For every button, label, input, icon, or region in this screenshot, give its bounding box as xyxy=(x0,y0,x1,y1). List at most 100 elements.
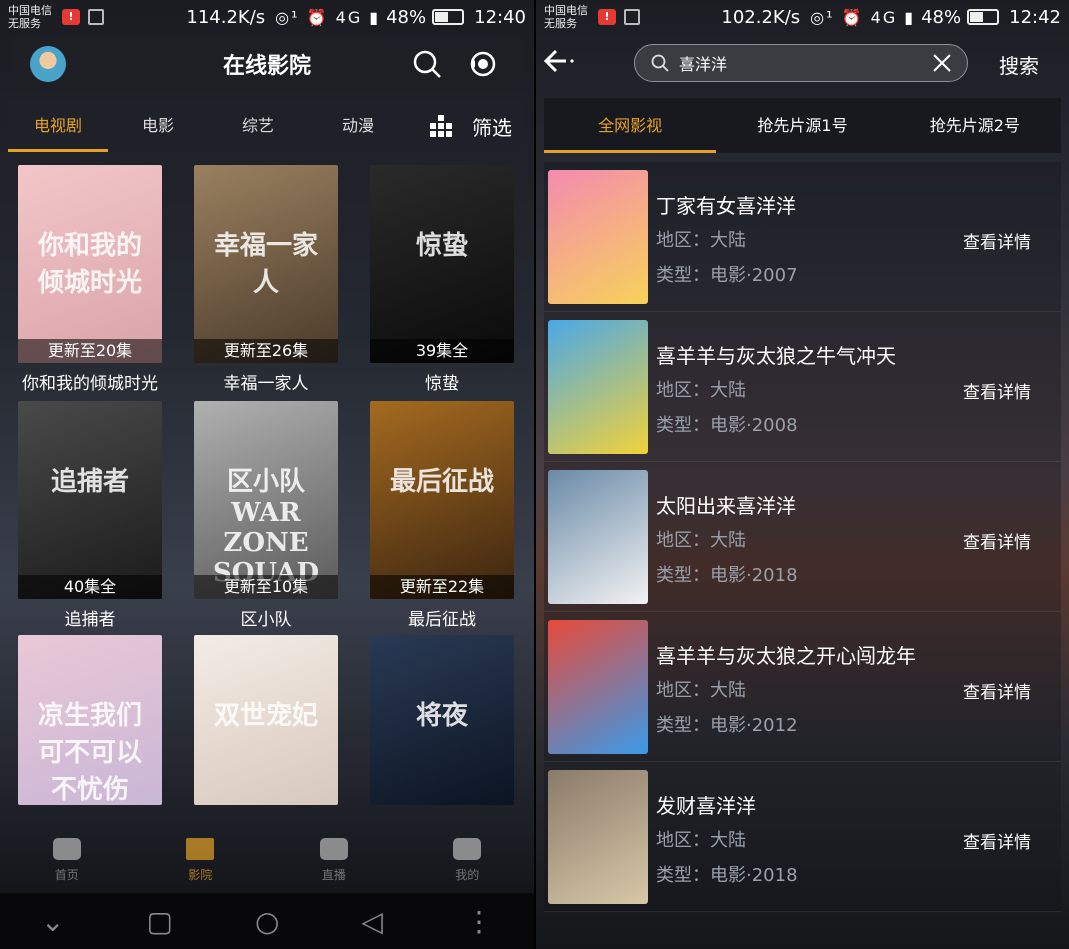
poster-card[interactable]: 最后征战 更新至22集 最后征战 xyxy=(370,401,514,630)
back-arrow-icon[interactable] xyxy=(542,44,576,78)
nav-home[interactable]: 首页 xyxy=(37,837,97,883)
tab-source-1[interactable]: 抢先片源1号 xyxy=(716,98,888,153)
result-row[interactable]: 太阳出来喜洋洋 地区：大陆 类型：电影·2018 查看详情 xyxy=(544,462,1061,612)
view-details-link[interactable]: 查看详情 xyxy=(963,528,1031,553)
result-row[interactable]: 发财喜洋洋 地区：大陆 类型：电影·2018 查看详情 xyxy=(544,762,1061,912)
carrier-info: 中国电信 无服务 xyxy=(544,4,588,30)
poster-card[interactable]: 区小队 WAR ZONE SQUAD 更新至10集区小队 xyxy=(194,401,338,630)
episode-badge: 39集全 xyxy=(370,339,514,363)
status-bar: 中国电信 无服务 ! 114.2K/s ◎¹ ⏰ 4G ▮ 48% 12:40 xyxy=(0,0,534,34)
view-details-link[interactable]: 查看详情 xyxy=(963,378,1031,403)
poster-card[interactable]: 你和我的倾城时光 更新至20集 你和我的倾城时光 xyxy=(18,165,162,394)
carrier-name: 中国电信 xyxy=(544,4,588,17)
poster-image[interactable]: 凉生我们可不可以不忧伤 xyxy=(18,635,162,805)
net-speed: 114.2K/s xyxy=(186,6,266,28)
net-speed: 102.2K/s xyxy=(721,6,801,28)
view-details-link[interactable]: 查看详情 xyxy=(963,828,1031,853)
result-type: 类型：电影·2008 xyxy=(656,415,798,436)
tab-variety[interactable]: 综艺 xyxy=(208,100,308,152)
episode-badge: 更新至22集 xyxy=(370,575,514,599)
result-row[interactable]: 喜羊羊与灰太狼之牛气冲天 地区：大陆 类型：电影·2008 查看详情 xyxy=(544,312,1061,462)
result-thumbnail[interactable] xyxy=(548,620,648,754)
result-title: 发财喜洋洋 xyxy=(656,794,756,818)
poster-image[interactable]: 最后征战更新至22集 xyxy=(370,401,514,599)
battery-icon xyxy=(967,9,1000,25)
poster-card[interactable]: 惊蛰 39集全 惊蛰 xyxy=(370,165,514,394)
poster-artwork-text: 惊蛰 xyxy=(415,231,468,261)
poster-title: 最后征战 xyxy=(408,610,476,630)
episode-badge: 40集全 xyxy=(18,575,162,599)
result-type: 类型：电影·2007 xyxy=(656,265,798,286)
poster-image[interactable]: 将夜 xyxy=(370,635,514,805)
hide-icon[interactable]: ⌄ xyxy=(41,905,64,938)
alert-icon: ! xyxy=(62,9,80,25)
result-title: 喜羊羊与灰太狼之开心闯龙年 xyxy=(656,644,916,668)
battery-percent: 48% xyxy=(921,6,962,28)
poster-artwork-text: 双世宠妃 xyxy=(213,701,318,731)
result-row[interactable]: 丁家有女喜洋洋 地区：大陆类型：电影·2007 查看详情 xyxy=(544,162,1061,312)
tab-tv-series[interactable]: 电视剧 xyxy=(8,100,108,152)
poster-artwork-text: 最后征战 xyxy=(389,467,494,497)
result-thumbnail[interactable] xyxy=(548,770,648,904)
poster-image[interactable]: 追捕者 40集全 xyxy=(18,401,162,599)
poster-image[interactable]: 惊蛰 39集全 xyxy=(370,165,514,363)
history-icon[interactable] xyxy=(468,49,498,79)
tab-all-web[interactable]: 全网影视 xyxy=(544,98,717,153)
avatar[interactable] xyxy=(30,46,66,82)
search-button[interactable]: 搜索 xyxy=(999,50,1039,79)
episode-badge: 更新至20集 xyxy=(18,339,162,363)
profile-icon xyxy=(453,837,482,860)
image-icon xyxy=(88,9,104,25)
poster-image[interactable]: 区小队 WAR ZONE SQUAD 更新至10集 xyxy=(194,401,338,599)
result-title: 丁家有女喜洋洋 xyxy=(656,194,796,218)
episode-badge: 更新至10集 xyxy=(194,575,338,599)
poster-title: 区小队 xyxy=(240,610,292,630)
image-icon xyxy=(624,9,640,25)
filter-button[interactable]: 筛选 xyxy=(430,112,522,141)
battery-icon xyxy=(432,9,465,25)
grid-icon xyxy=(430,115,452,137)
right-screen: 中国电信 无服务 ! 102.2K/s ◎¹ ⏰ 4G ▮ 48% 12:42 … xyxy=(536,0,1069,949)
poster-card[interactable]: 将夜 xyxy=(370,635,514,805)
view-details-link[interactable]: 查看详情 xyxy=(963,228,1031,253)
nav-mine[interactable]: 我的 xyxy=(437,837,497,883)
nav-cinema[interactable]: 影院 xyxy=(170,837,230,883)
result-thumbnail[interactable] xyxy=(548,170,648,304)
clock: 12:42 xyxy=(1009,6,1061,28)
tab-anime[interactable]: 动漫 xyxy=(308,100,408,152)
poster-card[interactable]: 凉生我们可不可以不忧伤 xyxy=(18,635,162,805)
result-area: 地区：大陆 xyxy=(656,680,746,701)
search-icon[interactable] xyxy=(412,49,442,79)
poster-card[interactable]: 双世宠妃 xyxy=(194,635,338,805)
poster-image[interactable]: 你和我的倾城时光 更新至20集 xyxy=(18,165,162,363)
alert-icon: ! xyxy=(598,9,616,25)
recent-apps-icon[interactable]: ▢ xyxy=(146,905,172,938)
tab-movies[interactable]: 电影 xyxy=(108,100,208,152)
signal-icons: ◎¹ ⏰ 4G ▮ xyxy=(810,7,916,27)
more-icon[interactable]: ⋮ xyxy=(465,905,493,938)
poster-image[interactable]: 双世宠妃 xyxy=(194,635,338,805)
clear-icon[interactable] xyxy=(931,52,953,74)
nav-cinema-label: 影院 xyxy=(188,867,213,882)
poster-artwork-text: 幸福一家人 xyxy=(213,231,318,298)
status-bar: 中国电信 无服务 ! 102.2K/s ◎¹ ⏰ 4G ▮ 48% 12:42 xyxy=(536,0,1069,34)
result-row[interactable]: 喜羊羊与灰太狼之开心闯龙年 地区：大陆 类型：电影·2012 查看详情 xyxy=(544,612,1061,762)
back-button-icon[interactable]: ◁ xyxy=(361,905,383,938)
nav-live-label: 直播 xyxy=(321,867,346,882)
clock: 12:40 xyxy=(474,6,526,28)
search-input[interactable] xyxy=(679,53,931,73)
app-header: 在线影院 xyxy=(12,38,522,90)
result-thumbnail[interactable] xyxy=(548,320,648,454)
nav-live[interactable]: 直播 xyxy=(304,837,364,883)
poster-image[interactable]: 幸福一家人更新至26集 xyxy=(194,165,338,363)
signal-icons: ◎¹ ⏰ 4G ▮ xyxy=(275,7,381,27)
home-button-icon[interactable]: ○ xyxy=(255,905,279,938)
episode-badge: 更新至26集 xyxy=(194,339,338,363)
tab-source-2[interactable]: 抢先片源2号 xyxy=(889,98,1061,153)
poster-card[interactable]: 幸福一家人更新至26集 幸福一家人 xyxy=(194,165,338,394)
result-thumbnail[interactable] xyxy=(548,470,648,604)
poster-card[interactable]: 追捕者 40集全 追捕者 xyxy=(18,401,162,630)
cinema-icon xyxy=(186,837,215,860)
view-details-link[interactable]: 查看详情 xyxy=(963,678,1031,703)
result-area: 地区：大陆 xyxy=(656,230,746,251)
